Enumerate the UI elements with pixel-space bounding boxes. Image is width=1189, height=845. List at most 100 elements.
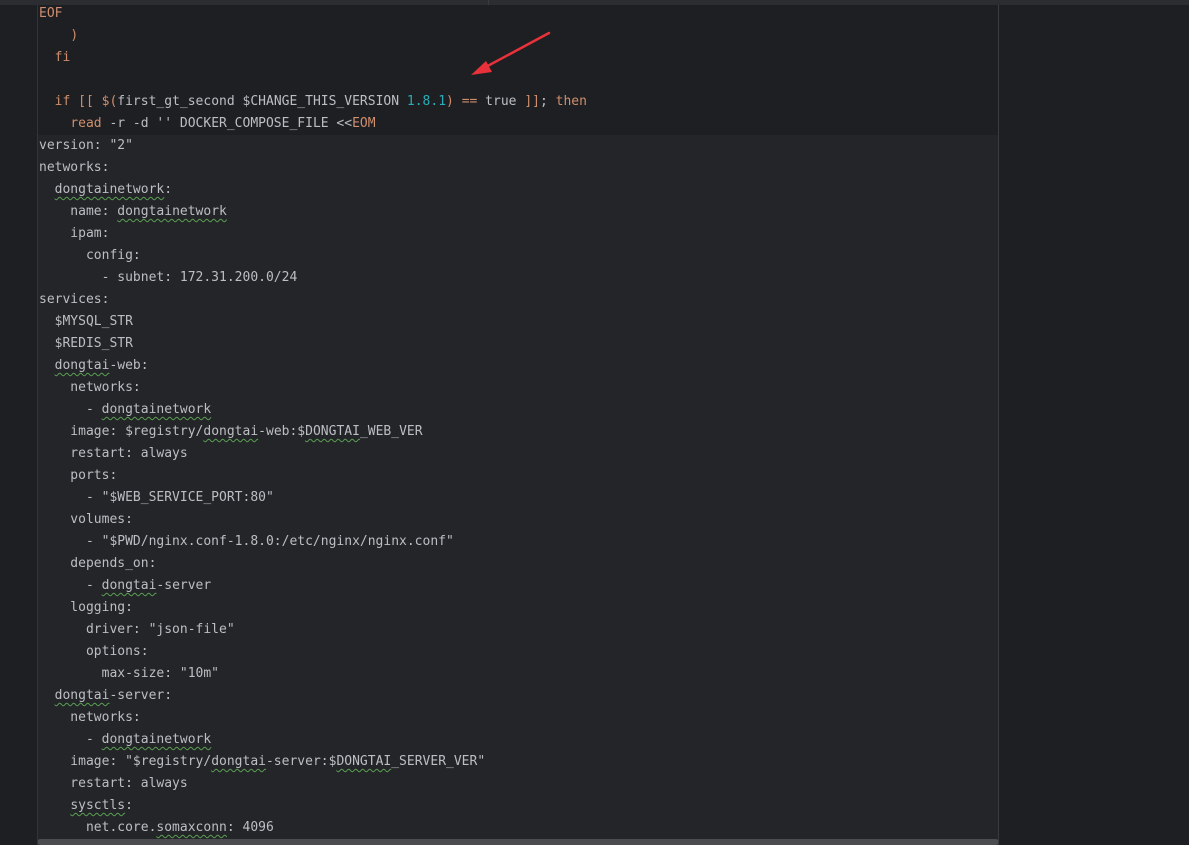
code-line[interactable]: services: (39, 289, 994, 311)
code-line[interactable]: $REDIS_STR (39, 333, 994, 355)
code-line[interactable]: driver: "json-file" (39, 619, 994, 641)
code-token-spellcheck: DONGTAI (305, 424, 360, 439)
code-token: -server (156, 578, 212, 593)
code-token: image: $registry/ (39, 424, 204, 439)
code-token: 1.8.1 (406, 94, 447, 109)
code-token: volumes: (39, 512, 133, 527)
code-line[interactable]: - dongtainetwork (39, 729, 994, 751)
code-token: networks: (39, 380, 141, 395)
code-token-spellcheck: dongtainetwork (101, 402, 212, 417)
code-token: - (39, 732, 102, 747)
code-line[interactable]: networks: (39, 157, 994, 179)
code-token: - subnet: 172.31.200.0/24 (39, 270, 298, 285)
code-line[interactable]: - dongtai-server (39, 575, 994, 597)
code-token-spellcheck: dongtai (54, 688, 110, 703)
code-token-spellcheck: dongtai (211, 754, 266, 769)
code-token: networks: (39, 710, 141, 725)
code-line[interactable]: name: dongtainetwork (39, 201, 994, 223)
code-token: depends_on: (39, 556, 157, 571)
code-token-spellcheck: dongtai (54, 358, 110, 373)
code-token: net.core. (39, 820, 157, 835)
code-line[interactable]: restart: always (39, 443, 994, 465)
code-line[interactable]: options: (39, 641, 994, 663)
code-token-spellcheck: somaxconn (156, 820, 227, 835)
code-token-spellcheck: sysctls (70, 798, 126, 813)
code-line[interactable]: max-size: "10m" (39, 663, 994, 685)
right-margin-guide (998, 5, 999, 845)
code-line[interactable]: logging: (39, 597, 994, 619)
code-token: - "$PWD/nginx.conf-1.8.0:/etc/nginx/ngin… (39, 534, 454, 549)
code-line[interactable]: - "$WEB_SERVICE_PORT:80" (39, 487, 994, 509)
code-token-spellcheck: DONGTAI (336, 754, 392, 769)
code-line[interactable]: ports: (39, 465, 994, 487)
code-token: : 4096 (226, 820, 274, 835)
code-token: : (164, 182, 173, 197)
code-token-spellcheck: dongtai (101, 578, 157, 593)
code-token: - (39, 578, 102, 593)
code-line[interactable]: dongtai-web: (39, 355, 994, 377)
code-token: true (477, 94, 525, 109)
code-token: -web: (109, 358, 149, 373)
code-token: -server:$ (265, 754, 337, 769)
code-token: options: (39, 644, 149, 659)
code-line[interactable]: image: "$registry/dongtai-server:$DONGTA… (39, 751, 994, 773)
code-line[interactable]: networks: (39, 377, 994, 399)
code-line[interactable]: volumes: (39, 509, 994, 531)
code-token: ) (70, 28, 79, 43)
code-line[interactable]: ipam: (39, 223, 994, 245)
code-token: ]] (524, 94, 540, 109)
code-line[interactable]: fi (39, 47, 994, 69)
code-line[interactable]: if [[ $(first_gt_second $CHANGE_THIS_VER… (39, 91, 994, 113)
code-token: image: "$registry/ (39, 754, 212, 769)
code-line[interactable]: dongtainetwork: (39, 179, 994, 201)
code-line[interactable]: sysctls: (39, 795, 994, 817)
code-token: - "$WEB_SERVICE_PORT:80" (39, 490, 274, 505)
code-token: -server: (109, 688, 173, 703)
code-token: EOM (352, 116, 376, 131)
code-token: $CHANGE_THIS_VERSION (242, 94, 400, 109)
code-line[interactable]: config: (39, 245, 994, 267)
code-line[interactable]: - dongtainetwork (39, 399, 994, 421)
code-token-spellcheck: dongtainetwork (117, 204, 227, 219)
code-token-spellcheck: dongtainetwork (54, 182, 165, 197)
code-line[interactable]: read -r -d '' DOCKER_COMPOSE_FILE <<EOM (39, 113, 994, 135)
code-token: ports: (39, 468, 118, 483)
code-token: then (555, 94, 587, 109)
code-token: restart: always (39, 776, 188, 791)
code-text-area[interactable]: EOF ) fi if [[ $(first_gt_second $CHANGE… (39, 3, 994, 839)
code-token: read (70, 116, 102, 131)
code-line[interactable]: EOF (39, 3, 994, 25)
code-token: version: "2" (39, 138, 133, 153)
code-token: fi (54, 50, 71, 65)
code-line[interactable]: net.core.somaxconn: 4096 (39, 817, 994, 839)
code-token: : (125, 798, 133, 813)
code-token-spellcheck: dongtai (203, 424, 259, 439)
code-line[interactable]: dongtai-server: (39, 685, 994, 707)
code-line[interactable]: - subnet: 172.31.200.0/24 (39, 267, 994, 289)
code-line[interactable]: - "$PWD/nginx.conf-1.8.0:/etc/nginx/ngin… (39, 531, 994, 553)
line-gutter (0, 5, 38, 845)
horizontal-scrollbar[interactable] (38, 839, 998, 845)
code-line[interactable]: image: $registry/dongtai-web:$DONGTAI_WE… (39, 421, 994, 443)
code-token: first_gt_second (117, 94, 243, 109)
code-line[interactable]: depends_on: (39, 553, 994, 575)
code-editor[interactable]: EOF ) fi if [[ $(first_gt_second $CHANGE… (0, 0, 1189, 845)
code-line[interactable] (39, 69, 994, 91)
code-token: _WEB_VER (359, 424, 423, 439)
code-token: EOF (39, 6, 63, 21)
code-line[interactable]: restart: always (39, 773, 994, 795)
code-line[interactable]: version: "2" (39, 135, 994, 157)
code-line[interactable]: $MYSQL_STR (39, 311, 994, 333)
code-token: config: (39, 248, 141, 263)
code-line[interactable]: networks: (39, 707, 994, 729)
code-token: services: (39, 292, 110, 307)
code-line[interactable]: ) (39, 25, 994, 47)
